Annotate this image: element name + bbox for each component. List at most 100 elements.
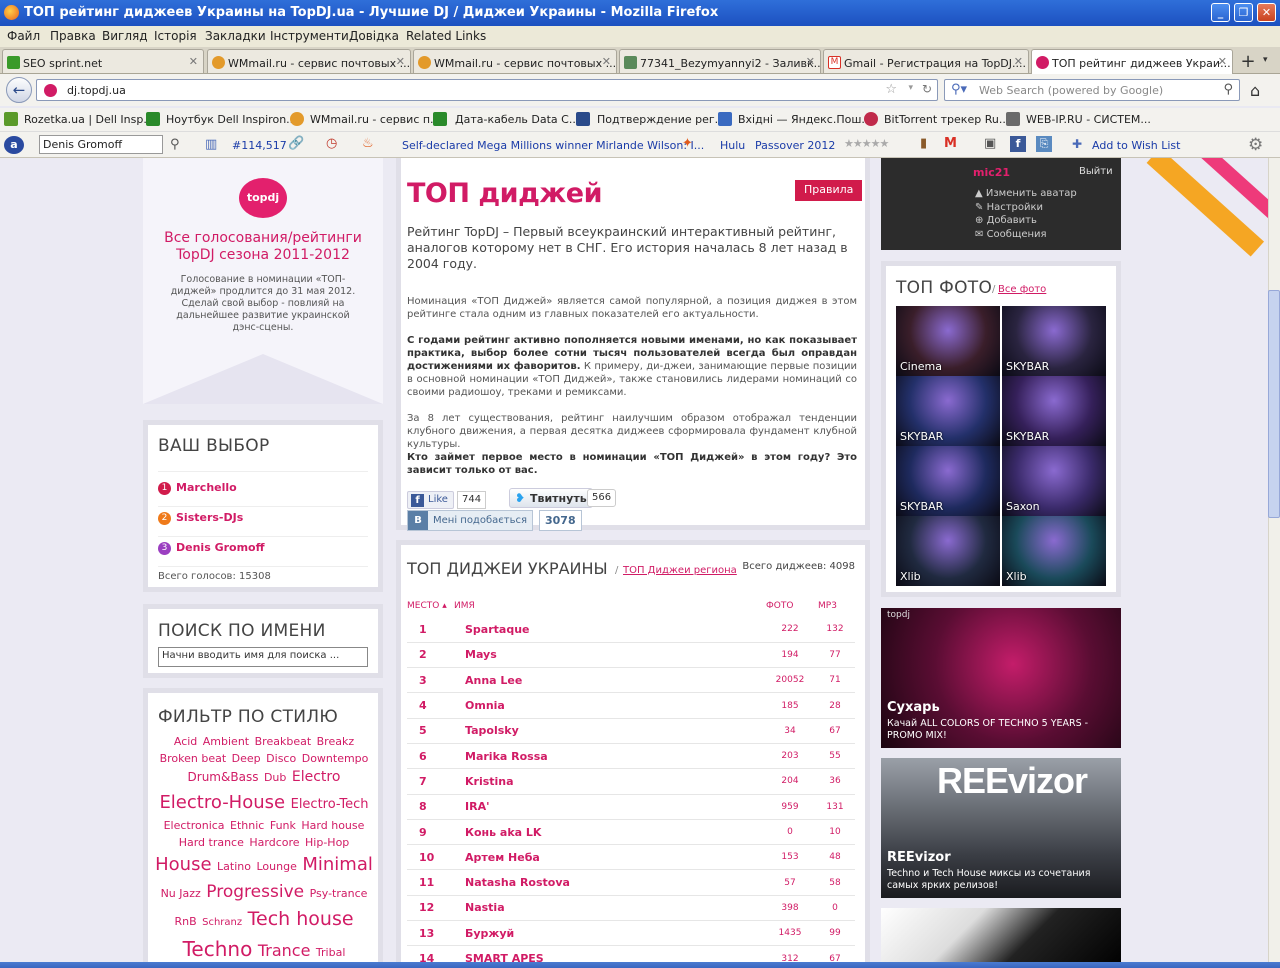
table-row[interactable]: 5 Tapolsky 34 67 — [407, 718, 855, 744]
style-tag[interactable]: Drum&Bass — [188, 770, 259, 784]
style-tag[interactable]: Acid — [174, 735, 197, 748]
user-field[interactable]: Denis Gromoff — [39, 135, 163, 154]
style-tag[interactable]: Breakz — [317, 735, 354, 748]
photo-thumb[interactable]: SKYBAR — [896, 376, 1000, 446]
style-tag[interactable]: Hard trance — [179, 836, 244, 849]
photo-thumb[interactable]: Xlib — [896, 516, 1000, 586]
search-engine-icon[interactable]: ⚲▾ — [951, 82, 967, 97]
news-ticker-link[interactable]: Self-declared Mega Millions winner Mirla… — [402, 139, 704, 152]
logout-link[interactable]: Выйти — [1079, 166, 1113, 177]
table-row[interactable]: 1 Spartaque 222 132 — [407, 617, 855, 643]
table-row[interactable]: 12 Nastia 398 0 — [407, 895, 855, 922]
table-row[interactable]: 14 SMART APES 312 67 — [407, 945, 855, 962]
photo-thumb[interactable]: Saxon — [1002, 446, 1106, 516]
promo-panel[interactable]: topdj Все голосования/рейтинги TopDJ сез… — [143, 158, 383, 404]
close-button[interactable]: ✕ — [1257, 3, 1276, 22]
style-tag[interactable]: Nu Jazz — [161, 887, 201, 900]
dj-name[interactable]: Nastia — [465, 895, 765, 922]
change-avatar-link[interactable]: ▲ Изменить аватар — [975, 188, 1077, 199]
notes-icon[interactable]: ▮ — [920, 136, 927, 151]
menu-edit[interactable]: Правка — [50, 29, 96, 43]
sort-by-photo[interactable]: ФОТО — [766, 601, 793, 611]
promo-banner-3[interactable] — [881, 908, 1121, 962]
photo-thumb[interactable]: Xlib — [1002, 516, 1106, 586]
bookmark-dell[interactable]: Ноутбук Dell Inspiron... — [166, 113, 297, 126]
contacts-icon[interactable]: ▣ — [984, 136, 996, 151]
dj-name[interactable]: Kristina — [465, 768, 765, 795]
style-tag[interactable]: Techno — [183, 937, 253, 961]
tab-wmmail-1[interactable]: WMmail.ru - сервис почтовых ... ✕ — [207, 49, 411, 73]
bookmark-rozetka[interactable]: Rozetka.ua | Dell Insp... — [24, 113, 154, 126]
search-icon[interactable]: ⚲ — [170, 137, 180, 152]
dj-name[interactable]: Артем Неба — [465, 844, 765, 871]
close-tab-icon[interactable]: ✕ — [806, 55, 815, 68]
alexa-rank[interactable]: #114,517 — [232, 139, 287, 152]
table-row[interactable]: 13 Буржуй 1435 99 — [407, 920, 855, 947]
reload-icon[interactable]: ↻ — [922, 82, 932, 96]
table-row[interactable]: 8 IRA' 959 131 — [407, 794, 855, 820]
dj-name[interactable]: Natasha Rostova — [465, 869, 765, 896]
close-tab-icon[interactable]: ✕ — [602, 55, 611, 68]
close-tab-icon[interactable]: ✕ — [1014, 55, 1023, 68]
choice-name[interactable]: Denis Gromoff — [176, 541, 265, 554]
bookmark-webip[interactable]: WEB-IP.RU - СИСТЕМ... — [1026, 113, 1151, 126]
wishlist-icon[interactable]: ✚ — [1072, 137, 1082, 151]
rules-button[interactable]: Правила — [795, 180, 863, 201]
choice-name[interactable]: Sisters-DJs — [176, 511, 243, 524]
settings-gear-icon[interactable]: ⚙ — [1248, 135, 1263, 155]
url-bar[interactable]: dj.topdj.ua ☆ ▾ ↻ — [36, 79, 938, 101]
sort-by-place[interactable]: МЕСТО ▴ — [407, 601, 447, 611]
weather-icon[interactable]: ✦ — [682, 136, 693, 151]
bookmark-confirm[interactable]: Подтверждение рег... — [597, 113, 725, 126]
link-icon[interactable]: 🔗 — [288, 136, 304, 151]
maximize-button[interactable]: ❐ — [1234, 3, 1253, 22]
sort-by-mp3[interactable]: MP3 — [818, 601, 837, 611]
rating-stars-icon[interactable]: ★★★★★ — [844, 137, 889, 150]
dj-name[interactable]: IRA' — [465, 794, 765, 820]
all-photos-link[interactable]: Все фото — [998, 284, 1046, 295]
page-scrollbar-thumb[interactable] — [1268, 290, 1280, 518]
style-tag[interactable]: House — [155, 854, 211, 875]
menu-view[interactable]: Вигляд — [102, 29, 148, 43]
choice-item[interactable]: 2 Sisters-DJs — [158, 511, 368, 537]
photo-thumb[interactable]: SKYBAR — [896, 446, 1000, 516]
tab-seo-sprint[interactable]: SEO sprint.net ✕ — [2, 49, 204, 73]
region-ranking-link[interactable]: ТОП Диджеи региона — [623, 565, 737, 576]
bookmark-wmmail[interactable]: WMmail.ru - сервис п... — [310, 113, 441, 126]
add-link[interactable]: ⊕ Добавить — [975, 215, 1037, 226]
promo-title[interactable]: Все голосования/рейтинги TopDJ сезона 20… — [153, 230, 373, 264]
stats-icon[interactable]: ▥ — [205, 137, 217, 152]
menu-bookmarks[interactable]: Закладки — [205, 29, 266, 43]
hulu-link[interactable]: Hulu — [720, 139, 745, 152]
style-tag[interactable]: Hip-Hop — [305, 836, 349, 849]
tab-upload[interactable]: 77341_Bezymyannyi2 - Заливк... ✕ — [619, 49, 821, 73]
promo-banner-reevizor[interactable]: REEvizor REEvizor Techno и Tech House ми… — [881, 758, 1121, 898]
style-tag[interactable]: Ethnic — [230, 819, 264, 832]
back-button[interactable]: ← — [6, 77, 32, 103]
dj-name[interactable]: Spartaque — [465, 617, 765, 643]
tab-wmmail-2[interactable]: WMmail.ru - сервис почтовых ... ✕ — [413, 49, 617, 73]
new-tab-button[interactable]: + — [1238, 51, 1258, 72]
style-tag[interactable]: Electro-Tech — [291, 797, 369, 812]
style-tag[interactable]: Downtempo — [302, 752, 369, 765]
gmail-icon[interactable]: M — [944, 136, 957, 151]
dj-name[interactable]: SMART APES — [465, 945, 765, 962]
name-search-input[interactable]: Начни вводить имя для поиска ... — [158, 647, 368, 667]
menu-help[interactable]: Довідка — [349, 29, 399, 43]
dj-name[interactable]: Mays — [465, 642, 765, 669]
bookmark-datacable[interactable]: Дата-кабель Data C... — [455, 113, 579, 126]
style-tag[interactable]: Hardcore — [249, 836, 299, 849]
messages-link[interactable]: ✉ Сообщения — [975, 229, 1047, 240]
vk-like-button[interactable]: B Мені подобається — [407, 510, 533, 531]
style-tag[interactable]: Disco — [266, 752, 296, 765]
table-row[interactable]: 4 Omnia 185 28 — [407, 692, 855, 719]
settings-link[interactable]: ✎ Настройки — [975, 202, 1043, 213]
close-tab-icon[interactable]: ✕ — [396, 55, 405, 68]
photo-thumb[interactable]: SKYBAR — [1002, 306, 1106, 376]
table-row[interactable]: 11 Natasha Rostova 57 58 — [407, 869, 855, 896]
passover-link[interactable]: Passover 2012 — [755, 139, 835, 152]
style-tag[interactable]: Electronica — [164, 819, 225, 832]
bookmark-yandex[interactable]: Вхідні — Яндекс.Пош... — [738, 113, 872, 126]
table-row[interactable]: 7 Kristina 204 36 — [407, 768, 855, 795]
style-tag[interactable]: RnB — [174, 915, 196, 928]
